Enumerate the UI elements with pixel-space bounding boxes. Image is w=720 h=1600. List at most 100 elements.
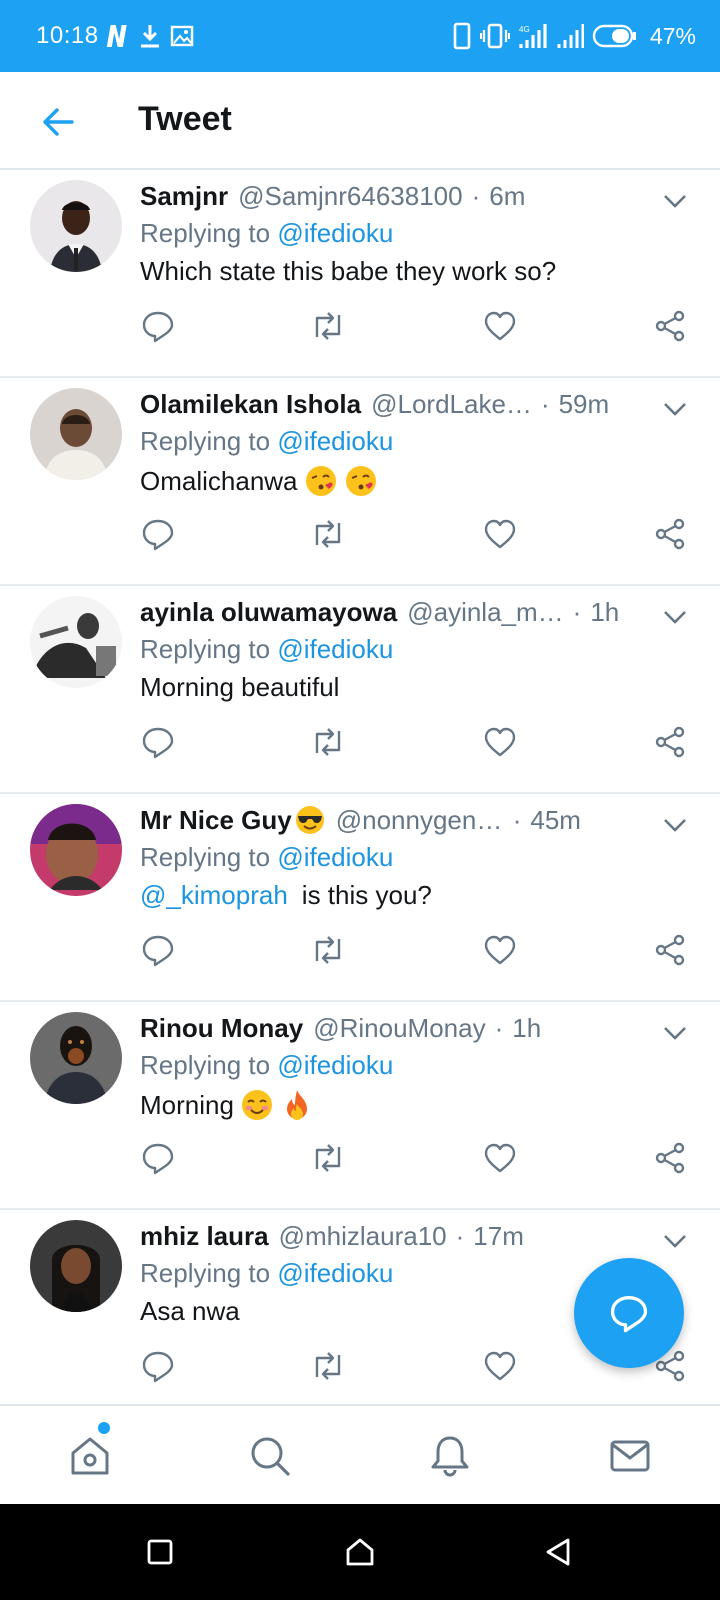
like-button[interactable] [478,1344,522,1388]
kissing-face-icon [305,466,336,496]
nav-home[interactable] [62,1422,118,1484]
page-title: Tweet [138,100,232,138]
avatar[interactable] [30,1012,122,1104]
retweet-button[interactable] [306,512,350,556]
like-button[interactable] [478,928,522,972]
battery-icon [592,24,636,48]
tweet-body: Omalichanwa [140,465,298,496]
avatar[interactable] [30,596,122,688]
back-button[interactable] [36,100,80,144]
replying-to-line: Replying to @ifedioku [140,634,393,665]
tweet-author-name[interactable]: Samjnr [140,181,228,212]
tweet-author-name[interactable]: ayinla oluwamayowa [140,597,397,628]
tweet-author-handle[interactable]: @ayinla_m… [407,597,563,628]
retweet-button[interactable] [306,928,350,972]
system-home-button[interactable] [340,1532,380,1572]
share-button[interactable] [648,720,692,764]
tweet-author-handle[interactable]: @RinouMonay [313,1013,485,1044]
tweet-author-handle[interactable]: @nonnygentle… [336,805,504,836]
netflix-icon [106,25,127,47]
retweet-button[interactable] [306,720,350,764]
avatar-image [30,596,122,688]
reply-button[interactable] [136,512,180,556]
chevron-down-icon[interactable] [660,602,690,632]
reply-button[interactable] [136,1136,180,1180]
heart-icon [484,519,516,549]
share-icon [655,518,685,550]
battery-percent: 47% [649,22,696,49]
tweet-item[interactable]: Samjnr @Samjnr64638100 · 6m Replying to … [0,170,720,378]
tweet-item[interactable]: ayinla oluwamayowa @ayinla_m… · 1h Reply… [0,586,720,794]
share-button[interactable] [648,1136,692,1180]
like-button[interactable] [478,720,522,764]
chevron-down-icon[interactable] [660,1226,690,1256]
status-notification-icons [104,22,194,50]
tweet-body: Asa nwa [140,1296,240,1326]
share-button[interactable] [648,512,692,556]
tweet-item[interactable]: Olamilekan Ishola @LordLake… · 59m Reply… [0,378,720,586]
replying-label: Replying to [140,1050,271,1080]
replying-to-link[interactable]: @ifedioku [277,842,393,872]
tweet-actions [0,720,720,764]
chevron-down-icon[interactable] [660,1018,690,1048]
nav-search[interactable] [242,1428,298,1484]
chevron-down-icon[interactable] [660,186,690,216]
mention-link[interactable]: @_kimoprah [140,880,288,911]
retweet-icon [315,312,341,340]
like-button[interactable] [478,512,522,556]
tweet-time: 17m [473,1220,524,1251]
avatar[interactable] [30,804,122,896]
separator-dot: · [512,804,522,835]
new-content-dot [98,1422,110,1434]
replying-to-link[interactable]: @ifedioku [277,1050,393,1080]
reply-button[interactable] [136,720,180,764]
share-button[interactable] [648,928,692,972]
tweet-author-name[interactable]: Rinou Monay [140,1013,303,1044]
tweet-time: 45m [530,804,581,835]
share-button[interactable] [648,304,692,348]
retweet-button[interactable] [306,1344,350,1388]
chevron-down-icon[interactable] [660,394,690,424]
chevron-down-icon[interactable] [660,810,690,840]
tweet-author-name[interactable]: Mr Nice Guy [140,805,292,836]
retweet-button[interactable] [306,304,350,348]
tweet-body: Morning beautiful [140,672,340,702]
reply-button[interactable] [136,304,180,348]
retweet-button[interactable] [306,1136,350,1180]
avatar[interactable] [30,388,122,480]
tweet-author-name[interactable]: Olamilekan Ishola [140,389,361,420]
replying-to-link[interactable]: @ifedioku [277,634,393,664]
reply-icon [142,1351,174,1383]
tweet-author-handle[interactable]: @mhizlaura10 [279,1221,447,1252]
nav-messages[interactable] [602,1428,658,1484]
recent-apps-button[interactable] [140,1532,180,1572]
house-outline-icon [346,1538,374,1566]
replying-to-link[interactable]: @ifedioku [277,218,393,248]
system-back-button[interactable] [538,1532,578,1572]
replying-label: Replying to [140,842,271,872]
tweet-actions [0,1136,720,1180]
bell-icon [431,1436,469,1477]
replying-to-link[interactable]: @ifedioku [277,426,393,456]
separator-dot: · [572,596,582,627]
compose-reply-button[interactable] [574,1258,684,1368]
retweet-icon [315,1352,341,1380]
square-icon [147,1539,173,1565]
reply-button[interactable] [136,1344,180,1388]
tweet-author-name[interactable]: mhiz laura [140,1221,269,1252]
tweet-item[interactable]: Rinou Monay @RinouMonay · 1h Replying to… [0,1002,720,1210]
avatar[interactable] [30,180,122,272]
nav-notifications[interactable] [422,1428,478,1484]
tweet-author-handle[interactable]: @Samjnr64638100 [238,181,462,212]
reply-button[interactable] [136,928,180,972]
like-button[interactable] [478,1136,522,1180]
tweet-item[interactable]: Mr Nice Guy @nonnygentle… · 45m Replying… [0,794,720,1002]
like-button[interactable] [478,304,522,348]
replying-to-link[interactable]: @ifedioku [277,1258,393,1288]
tweet-header: Olamilekan Ishola @LordLake… · 59m [140,386,660,422]
tweet-author-handle[interactable]: @LordLake… [371,389,532,420]
phone-icon [453,22,471,50]
avatar[interactable] [30,1220,122,1312]
share-icon [655,726,685,758]
tweet-body: Which state this babe they work so? [140,256,557,286]
